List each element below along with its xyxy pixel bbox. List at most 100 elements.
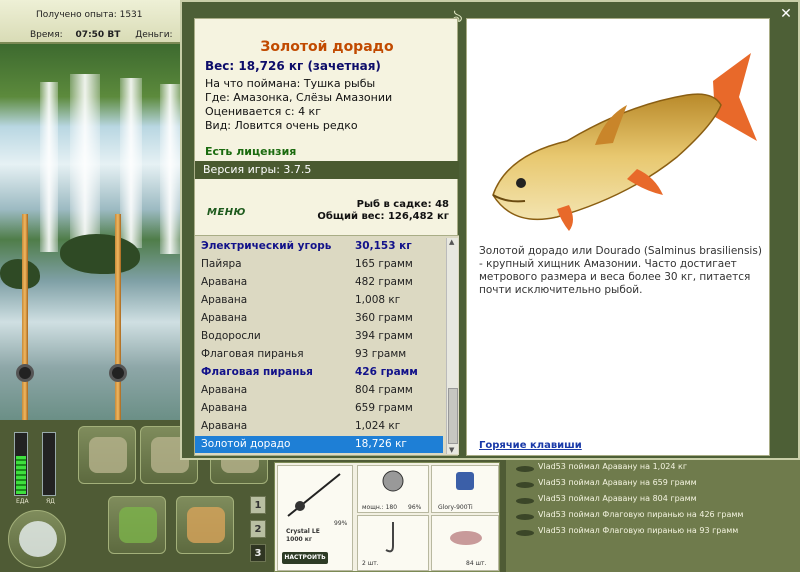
fish-weight-cell: 360 грамм (355, 312, 413, 324)
log-line: Vlad53 поймал Аравану на 804 грамм (538, 494, 697, 503)
table-row[interactable]: Водоросли 394 грамм (195, 328, 443, 345)
table-row[interactable]: Аравана 659 грамм (195, 400, 443, 417)
fish-name: Аравана (201, 276, 248, 288)
line-slot[interactable]: Glory-900Ti (431, 465, 499, 513)
river-rock (0, 259, 40, 289)
fish-details-panel: Золотой дорадо Вес: 18,726 кг (зачетная)… (194, 18, 459, 456)
game-version: Версия игры: 3.7.5 (195, 161, 355, 179)
table-row[interactable]: Флаговая пиранья 426 грамм (195, 364, 443, 381)
table-row[interactable]: Электрический угорь 30,153 кг (195, 238, 443, 255)
reel-power: мощн.: 180 (362, 504, 398, 511)
tab-1[interactable]: 1 (250, 496, 266, 514)
fish-icon (516, 466, 534, 472)
hook-count: 2 шт. (362, 560, 379, 567)
fishing-scene[interactable] (0, 44, 190, 420)
fish-weight-cell: 93 грамм (355, 348, 407, 360)
hotkeys-link[interactable]: Горячие клавиши (479, 440, 582, 451)
fish-icon (516, 514, 534, 520)
bait-count: 84 шт. (466, 560, 487, 567)
caught-on: На что поймана: Тушка рыбы (205, 77, 376, 90)
tab-2[interactable]: 2 (250, 520, 266, 538)
scroll-up-icon[interactable]: ▲ (449, 238, 454, 246)
fish-name: Электрический угорь (201, 240, 332, 252)
fish-in-net: Рыб в садке: 48 (356, 199, 449, 210)
reel-icon[interactable] (109, 364, 127, 382)
waterfall (120, 78, 142, 248)
line-name: Glory-900Ti (438, 504, 473, 511)
fish-weight-cell: 659 грамм (355, 402, 413, 414)
hook-slot[interactable]: 2 шт. (357, 515, 429, 571)
poison-label: ЯД (46, 498, 55, 505)
bucket-icon[interactable] (176, 496, 234, 554)
log-line: Vlad53 поймал Флаговую пиранью на 426 гр… (538, 510, 744, 519)
fish-weight-cell: 482 грамм (355, 276, 413, 288)
waterfall (160, 84, 180, 254)
fish-weight-cell: 426 грамм (355, 366, 418, 378)
table-row[interactable]: Аравана 1,024 кг (195, 418, 443, 435)
rod-slot[interactable]: 99% Crystal LE 1000 кг НАСТРОИТЬ (277, 465, 353, 571)
fish-name: Золотой дорадо (201, 438, 291, 450)
setup-button[interactable]: НАСТРОИТЬ (282, 552, 328, 564)
reel-icon (382, 470, 404, 492)
money-label: Деньги: (135, 30, 173, 40)
fish-name: Пайяра (201, 258, 242, 270)
poison-meter (42, 432, 56, 496)
fish-name: Водоросли (201, 330, 261, 342)
fish-image-panel: Золотой дорадо или Dourado (Salminus bra… (466, 18, 770, 456)
fish-name: Аравана (201, 402, 248, 414)
menu-button[interactable]: МЕНЮ (207, 207, 246, 218)
line-spool-icon (456, 472, 474, 490)
fish-name: Флаговая пиранья (201, 348, 304, 360)
fishing-rod-1[interactable] (22, 214, 28, 420)
log-line: Vlad53 поймал Флаговую пиранью на 93 гра… (538, 526, 739, 535)
fishing-rod-2[interactable] (115, 214, 121, 420)
reel-icon[interactable] (16, 364, 34, 382)
scroll-down-icon[interactable]: ▼ (449, 446, 454, 454)
fish-weight-cell: 30,153 кг (355, 240, 412, 252)
reel-slot[interactable]: мощн.: 180 96% (357, 465, 429, 513)
tackle-box-icon[interactable] (78, 426, 136, 484)
river-rock (60, 234, 140, 274)
fish-weight-cell: 165 грамм (355, 258, 413, 270)
tab-3[interactable]: 3 (250, 544, 266, 562)
fish-bait-icon (450, 531, 482, 545)
fish-description: Золотой дорадо или Dourado (Salminus bra… (479, 245, 762, 296)
catch-location: Где: Амазонка, Слёзы Амазонии (205, 91, 393, 104)
fish-weight-cell: 394 грамм (355, 330, 413, 342)
table-row[interactable]: Золотой дорадо 18,726 кг (195, 436, 443, 453)
top-status-bar: Получено опыта: 1531 Время: 07:50 ВТ Ден… (0, 0, 190, 44)
rod-weight: 1000 кг (286, 536, 312, 543)
fish-weight-cell: 1,024 кг (355, 420, 401, 432)
food-meter (14, 432, 28, 496)
waterfall (70, 74, 100, 244)
fish-weight-cell: 1,008 кг (355, 294, 401, 306)
fish-weight-cell: 18,726 кг (355, 438, 407, 450)
fish-icon (516, 498, 534, 504)
catch-table: Электрический угорь 30,153 кг Пайяра 165 гр… (195, 235, 459, 455)
scroll-thumb[interactable] (448, 388, 458, 444)
fish-weight-cell: 804 грамм (355, 384, 413, 396)
table-row[interactable]: Аравана 360 грамм (195, 310, 443, 327)
food-meter-fill (16, 455, 26, 494)
close-icon[interactable]: ✕ (778, 6, 794, 22)
bait-slot[interactable]: 84 шт. (431, 515, 499, 571)
table-row[interactable]: Аравана 804 грамм (195, 382, 443, 399)
table-row[interactable]: Аравана 482 грамм (195, 274, 443, 291)
fish-name: Аравана (201, 312, 248, 324)
table-row[interactable]: Аравана 1,008 кг (195, 292, 443, 309)
rod-name: Crystal LE (286, 528, 320, 535)
fish-info-dialog: ঌ ✕ Золотой дорадо Вес: 18,726 кг (зачет… (180, 0, 800, 460)
license-status: Есть лицензия (205, 145, 297, 158)
food-basket-icon[interactable] (108, 496, 166, 554)
cauldron-icon[interactable] (8, 510, 66, 568)
rod-percent: 99% (334, 520, 348, 527)
time-money-row: Время: 07:50 ВТ Деньги: 1 (30, 30, 190, 40)
fish-name: Аравана (201, 420, 248, 432)
log-line: Vlad53 поймал Аравану на 659 грамм (538, 478, 697, 487)
fish-icon (516, 530, 534, 536)
table-row[interactable]: Флаговая пиранья 93 грамм (195, 346, 443, 363)
time-value: 07:50 ВТ (75, 30, 121, 40)
golden-dorado-image (492, 53, 757, 231)
catch-table-scrollbar[interactable]: ▲ ▼ (446, 238, 458, 454)
table-row[interactable]: Пайяра 165 грамм (195, 256, 443, 273)
